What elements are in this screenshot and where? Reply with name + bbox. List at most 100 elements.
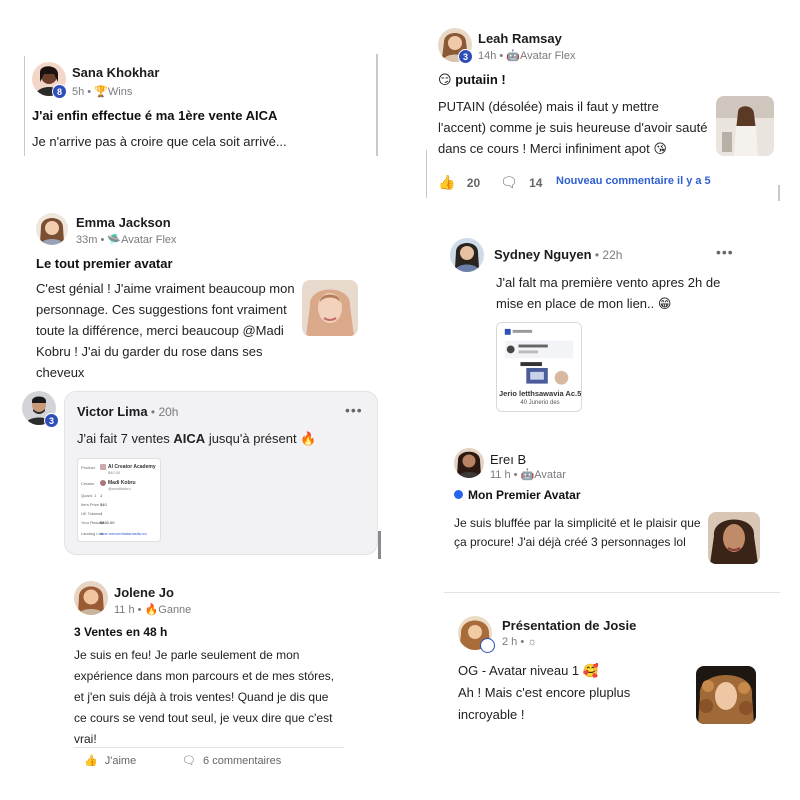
post-body-bold: AICA bbox=[173, 431, 206, 446]
post-body-pre: J'ai fait 7 ventes bbox=[77, 431, 174, 446]
love-emoji-icon: 🥰 bbox=[582, 663, 599, 678]
post-body-text: PUTAIN (désolée) mais il faut y mettre l… bbox=[438, 99, 708, 156]
post-body: C'est génial ! J'aime vraiment beaucoup … bbox=[36, 281, 295, 380]
post-meta: 11 h • 🤖Avatar bbox=[490, 469, 566, 481]
divider bbox=[74, 747, 344, 748]
post-meta: 11 h • 🔥Ganne bbox=[114, 604, 192, 616]
post-emma[interactable]: Emma Jackson 33m • 🛸Avatar Flex Le tout … bbox=[0, 200, 400, 380]
post-screenshot[interactable]: AI Creator Academy $40.00 Madi Kobru @ma… bbox=[77, 458, 161, 542]
like-stat[interactable]: 👍 20 bbox=[438, 174, 480, 191]
post-time: 11 h bbox=[490, 469, 511, 481]
robot-icon: 🤖 bbox=[520, 469, 535, 481]
post-sana[interactable]: 8 Sana Khokhar 5h • 🏆Wins J'ai enfin eff… bbox=[0, 0, 400, 170]
like-label: J'aime bbox=[104, 755, 137, 767]
post-time: 14h bbox=[478, 50, 497, 62]
post-time: 20h bbox=[158, 405, 179, 419]
ship-icon: 🛸 bbox=[107, 234, 122, 246]
post-sydney[interactable]: Sydney Nguyen • 22h ••• J'al falt ma pre… bbox=[440, 230, 800, 430]
author-name[interactable]: Présentation de Josie bbox=[502, 618, 636, 633]
post-line-1-text: OG - Avatar niveau 1 bbox=[458, 663, 580, 678]
avatar[interactable] bbox=[74, 581, 108, 615]
screenshot-logo bbox=[100, 464, 106, 470]
comments-label: 6 commentaires bbox=[203, 755, 282, 767]
comment-icon: 🗨 bbox=[182, 755, 196, 767]
like-button[interactable]: 👍 J'aime bbox=[84, 754, 136, 767]
author-name[interactable]: Victor Lima bbox=[77, 404, 148, 419]
post-meta: 33m • 🛸Avatar Flex bbox=[76, 234, 177, 246]
post-bubble[interactable]: Victor Lima • 20h ••• J'ai fait 7 ventes… bbox=[64, 391, 378, 555]
author-name[interactable]: Sydney Nguyen bbox=[494, 247, 592, 262]
post-body: Je n'arrive pas à croire que cela soit a… bbox=[32, 134, 287, 149]
divider bbox=[444, 592, 780, 593]
post-category[interactable]: Avatar Flex bbox=[520, 50, 575, 62]
post-category[interactable]: Avatar bbox=[534, 469, 566, 481]
post-leah[interactable]: 3 Leah Ramsay 14h • 🤖Avatar Flex 😏 putai… bbox=[420, 0, 800, 201]
post-category[interactable]: Ganne bbox=[158, 604, 191, 616]
post-thumbnail[interactable] bbox=[716, 96, 774, 156]
screenshot-row: Product bbox=[81, 465, 95, 470]
post-thumbnail[interactable] bbox=[302, 280, 358, 336]
screenshot-org-sub: $40.00 bbox=[108, 470, 121, 475]
new-comment-link[interactable]: Nouveau commentaire il y a 5 bbox=[556, 175, 711, 187]
screenshot-row: Quant. 1 bbox=[81, 493, 97, 498]
post-title: Mon Premier Avatar bbox=[468, 488, 581, 502]
avatar[interactable] bbox=[454, 448, 484, 478]
post-thumbnail[interactable] bbox=[696, 666, 756, 724]
post-meta: 14h • 🤖Avatar Flex bbox=[478, 50, 576, 62]
post-title: J'ai enfin effectue é ma 1ère vente AICA bbox=[32, 108, 278, 123]
thumbs-up-icon: 👍 bbox=[84, 755, 98, 767]
avatar[interactable] bbox=[36, 213, 68, 245]
divider-right bbox=[376, 54, 378, 156]
screenshot-row: UK Tokens bbox=[81, 511, 101, 516]
post-body: J'ai fait 7 ventes AICA jusqu'à présent … bbox=[77, 428, 367, 449]
screenshot-row: Item Price bbox=[81, 502, 100, 507]
screenshot-value: $40 bbox=[100, 502, 107, 507]
post-jolene[interactable]: Jolene Jo 11 h • 🔥Ganne 3 Ventes en 48 h… bbox=[0, 575, 400, 800]
divider-left bbox=[426, 150, 427, 198]
author-name[interactable]: Leah Ramsay bbox=[478, 31, 562, 46]
comment-count: 14 bbox=[529, 176, 543, 190]
post-time: 5h bbox=[72, 86, 85, 98]
post-line-2: Ah ! Mais c'est encore pluplus bbox=[458, 685, 631, 700]
avatar[interactable] bbox=[450, 238, 484, 272]
author-name[interactable]: Jolene Jo bbox=[114, 585, 174, 600]
screenshot-value: ame.smozeriliatanastiw.eo bbox=[100, 531, 147, 536]
post-line-1: OG - Avatar niveau 1 🥰 bbox=[458, 660, 698, 682]
post-title: 3 Ventes en 48 h bbox=[74, 625, 168, 639]
post-body: OG - Avatar niveau 1 🥰 Ah ! Mais c'est e… bbox=[458, 660, 698, 726]
post-thumbnail[interactable] bbox=[708, 512, 760, 564]
post-body-post: jusqu'à présent bbox=[205, 431, 297, 446]
scrollbar[interactable] bbox=[378, 531, 381, 559]
post-category[interactable]: Wins bbox=[108, 86, 132, 98]
level-badge-icon bbox=[480, 638, 495, 653]
divider-right bbox=[778, 185, 780, 201]
author-name[interactable]: Ereı B bbox=[490, 452, 526, 467]
post-erei[interactable]: Ereı B 11 h • 🤖Avatar Mon Premier Avatar… bbox=[440, 440, 800, 585]
level-badge: 3 bbox=[458, 49, 473, 64]
screenshot-value: 4 bbox=[100, 511, 103, 516]
comment-stat[interactable]: 🗨 14 bbox=[500, 174, 542, 191]
author-name[interactable]: Sana Khokhar bbox=[72, 65, 159, 80]
post-category[interactable]: Avatar Flex bbox=[121, 234, 176, 246]
comments-button[interactable]: 🗨 6 commentaires bbox=[182, 754, 281, 767]
post-header: Victor Lima • 20h bbox=[77, 404, 178, 419]
more-options-button[interactable]: ••• bbox=[716, 244, 734, 260]
more-options-button[interactable]: ••• bbox=[345, 402, 363, 418]
fire-emoji-icon: 🔥 bbox=[300, 431, 317, 446]
post-victor[interactable]: 3 Victor Lima • 20h ••• J'ai fait 7 vent… bbox=[0, 385, 400, 560]
divider-left bbox=[24, 56, 25, 156]
post-screenshot[interactable]: Jerio letthsawavia Ac.5-3 40 Junerio des bbox=[496, 322, 582, 412]
post-time: 22h bbox=[602, 248, 623, 262]
author-name[interactable]: Emma Jackson bbox=[76, 215, 171, 230]
level-badge: 3 bbox=[44, 413, 59, 428]
post-time: 33m bbox=[76, 234, 98, 246]
grin-emoji-icon: 😁 bbox=[657, 296, 672, 311]
post-title-text: putaiin ! bbox=[455, 72, 506, 87]
robot-icon: 🤖 bbox=[506, 50, 521, 62]
post-time-sep: • bbox=[147, 405, 159, 419]
screenshot-subcaption: 40 Junerio des bbox=[520, 400, 560, 406]
smirk-emoji-icon: 😏 bbox=[438, 72, 452, 87]
thumbs-up-icon: 👍 bbox=[438, 174, 456, 190]
post-josie[interactable]: Présentation de Josie 2 h • ☼ OG - Avata… bbox=[440, 590, 800, 740]
post-title: 😏 putaiin ! bbox=[438, 72, 506, 88]
